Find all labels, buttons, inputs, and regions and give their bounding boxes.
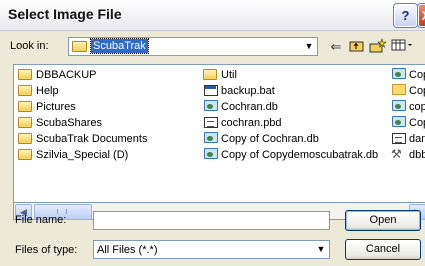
list-item[interactable]: Cop bbox=[390, 115, 425, 131]
file-column-3: Cop Cop cop Cop dan ⚒dbb bbox=[390, 67, 425, 163]
list-item[interactable]: Copy of Copydemoscubatrak.db bbox=[202, 147, 378, 163]
file-type-value: All Files (*.*) bbox=[97, 244, 158, 256]
list-item[interactable]: Util bbox=[202, 67, 378, 83]
folder-icon bbox=[72, 41, 87, 52]
window-title: Select Image File bbox=[8, 6, 122, 22]
tool-icon: ⚒ bbox=[391, 147, 402, 161]
database-file-icon bbox=[204, 148, 218, 159]
list-item[interactable]: Help bbox=[17, 83, 147, 99]
list-item[interactable]: Szilvia_Special (D) bbox=[17, 147, 147, 163]
look-in-label: Look in: bbox=[10, 40, 49, 52]
database-file-icon bbox=[392, 100, 406, 111]
list-item[interactable]: ScubaTrak Documents bbox=[17, 131, 147, 147]
list-item[interactable]: Cochran.db bbox=[202, 99, 378, 115]
list-item[interactable]: Cop bbox=[390, 67, 425, 83]
list-item[interactable]: ScubaShares bbox=[17, 115, 147, 131]
shortcut-icon bbox=[392, 84, 406, 95]
view-menu-icon[interactable] bbox=[390, 38, 414, 56]
list-item[interactable]: cochran.pbd bbox=[202, 115, 378, 131]
file-column-1: DBBACKUP Help Pictures ScubaShares Scuba… bbox=[17, 67, 147, 163]
database-file-icon bbox=[392, 68, 406, 79]
folder-icon bbox=[18, 149, 32, 160]
list-item[interactable]: dan bbox=[390, 131, 425, 147]
look-in-dropdown[interactable]: ScubaTrak ▼ bbox=[68, 37, 318, 56]
list-item[interactable]: ⚒dbb bbox=[390, 147, 425, 163]
back-arrow-icon[interactable]: ⇐ bbox=[326, 38, 346, 56]
file-name-input[interactable] bbox=[93, 211, 330, 230]
pbd-file-icon bbox=[392, 133, 406, 144]
folder-icon bbox=[203, 69, 217, 80]
list-item[interactable]: cop bbox=[390, 99, 425, 115]
list-item[interactable]: Cop bbox=[390, 83, 425, 99]
open-button[interactable]: Open bbox=[345, 210, 421, 231]
file-name-label-text: File name: bbox=[15, 214, 67, 226]
list-item[interactable]: backup.bat bbox=[202, 83, 378, 99]
up-folder-icon[interactable] bbox=[347, 38, 367, 56]
database-file-icon bbox=[392, 116, 406, 127]
database-file-icon bbox=[204, 132, 218, 143]
batch-file-icon bbox=[204, 85, 218, 96]
pbd-file-icon bbox=[204, 117, 218, 128]
chevron-down-icon[interactable]: ▼ bbox=[301, 38, 317, 55]
folder-icon bbox=[18, 69, 32, 80]
database-file-icon bbox=[204, 100, 218, 111]
chevron-down-icon[interactable]: ▼ bbox=[313, 241, 329, 258]
list-item[interactable]: Copy of Cochran.db bbox=[202, 131, 378, 147]
folder-icon bbox=[18, 85, 32, 96]
file-list[interactable]: DBBACKUP Help Pictures ScubaShares Scuba… bbox=[13, 64, 425, 203]
help-button[interactable]: ? bbox=[394, 4, 417, 27]
cancel-button[interactable]: Cancel bbox=[345, 239, 421, 260]
look-in-value: ScubaTrak bbox=[90, 38, 149, 54]
folder-icon bbox=[18, 133, 32, 144]
file-type-label: Files of type: bbox=[15, 244, 78, 256]
file-column-2: Util backup.bat Cochran.db cochran.pbd C… bbox=[202, 67, 378, 163]
file-type-dropdown[interactable]: All Files (*.*) ▼ bbox=[93, 240, 330, 259]
close-button[interactable]: X bbox=[418, 4, 425, 27]
title-bar: Select Image File ? X bbox=[0, 0, 425, 31]
list-item[interactable]: Pictures bbox=[17, 99, 147, 115]
folder-icon bbox=[18, 101, 32, 112]
folder-icon bbox=[18, 117, 32, 128]
list-item[interactable]: DBBACKUP bbox=[17, 67, 147, 83]
new-folder-icon[interactable] bbox=[368, 38, 388, 56]
